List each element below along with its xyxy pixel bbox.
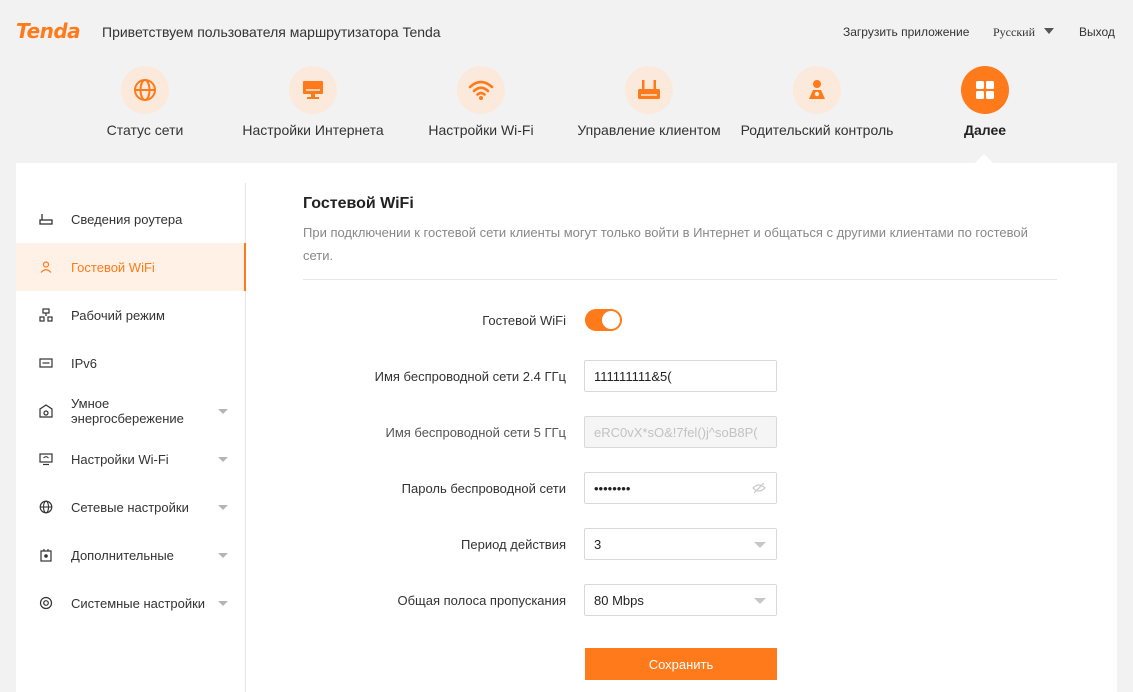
sidebar-item-network-settings[interactable]: Сетевые настройки	[16, 483, 246, 531]
sidebar-item-advanced[interactable]: Дополнительные	[16, 531, 246, 579]
nav-label: Настройки Интернета	[242, 122, 384, 138]
chevron-down-icon[interactable]	[218, 552, 228, 558]
chevron-down-icon	[754, 542, 766, 548]
chevron-down-icon[interactable]	[218, 456, 228, 462]
sidebar: Сведения роутера Гостевой WiFi Рабочий р…	[16, 183, 246, 692]
ssid-5-input: eRC0vX*sO&!7fel()j^soB8P(	[584, 416, 777, 448]
sidebar-item-guest-wifi[interactable]: Гостевой WiFi	[16, 243, 246, 291]
sidebar-item-label: Гостевой WiFi	[71, 259, 155, 275]
guest-wifi-label: Гостевой WiFi	[482, 313, 566, 328]
ssid-24-label: Имя беспроводной сети 2.4 ГГц	[374, 369, 566, 384]
wifi-settings-icon	[38, 451, 54, 467]
nav-item-network-status[interactable]: Статус сети	[65, 66, 225, 138]
globe-icon	[121, 66, 169, 114]
sidebar-item-ipv6[interactable]: IPv6	[16, 339, 246, 387]
network-icon	[38, 499, 54, 515]
sidebar-item-router-info[interactable]: Сведения роутера	[16, 195, 246, 243]
nav-label: Родительский контроль	[740, 122, 894, 138]
advanced-icon	[38, 547, 54, 563]
sidebar-item-label: IPv6	[71, 355, 98, 371]
period-value: 3	[594, 536, 602, 552]
sidebar-item-label: Умное энергосбережение	[71, 396, 184, 426]
logout-link[interactable]: Выход	[1079, 25, 1115, 39]
nav-item-wifi-settings[interactable]: Настройки Wi-Fi	[401, 66, 561, 138]
energy-icon	[38, 403, 54, 419]
bandwidth-value: 80 Mbps	[594, 592, 644, 608]
content-panel: Сведения роутера Гостевой WiFi Рабочий р…	[16, 163, 1117, 692]
nav-label: Управление клиентом	[577, 122, 721, 138]
save-button[interactable]: Сохранить	[585, 648, 777, 680]
sidebar-item-system-settings[interactable]: Системные настройки	[16, 579, 246, 627]
chevron-down-icon[interactable]	[1044, 28, 1054, 34]
sidebar-item-label: Сведения роутера	[71, 211, 183, 227]
download-app-link[interactable]: Загрузить приложение	[843, 25, 969, 39]
wifi-icon	[457, 66, 505, 114]
password-value: ••••••••	[594, 480, 631, 496]
system-icon	[38, 595, 54, 611]
sidebar-item-label: Дополнительные	[71, 547, 174, 563]
sidebar-item-energy-saving[interactable]: Умное энергосбережение	[16, 387, 246, 435]
chevron-down-icon	[754, 598, 766, 604]
sidebar-item-work-mode[interactable]: Рабочий режим	[16, 291, 246, 339]
ipv6-icon	[38, 355, 54, 371]
page-title: Гостевой WiFi	[303, 195, 414, 212]
welcome-text: Приветствуем пользователя маршрутизатора…	[102, 24, 441, 40]
router-icon	[625, 66, 673, 114]
language-select[interactable]: Русский	[993, 25, 1035, 40]
router-info-icon	[38, 211, 54, 227]
mode-icon	[38, 307, 54, 323]
parent-icon	[793, 66, 841, 114]
toggle-knob	[602, 311, 620, 329]
bandwidth-label: Общая полоса пропускания	[397, 593, 567, 608]
nav-item-internet-settings[interactable]: Настройки Интернета	[233, 66, 393, 138]
chevron-down-icon[interactable]	[218, 408, 228, 414]
nav-label: Настройки Wi-Fi	[428, 122, 534, 138]
period-label: Период действия	[461, 537, 566, 552]
section-description: При подключении к гостевой сети клиенты …	[303, 225, 1028, 263]
monitor-icon	[289, 66, 337, 114]
top-bar: Tenda Приветствуем пользователя маршрути…	[0, 0, 1133, 62]
ssid-24-input[interactable]: 111111111&5(	[584, 360, 777, 392]
eye-hidden-icon[interactable]	[752, 482, 766, 497]
nav-label: Далее	[963, 122, 1007, 138]
divider	[303, 279, 1057, 280]
guest-icon	[38, 259, 54, 275]
sidebar-item-label: Сетевые настройки	[71, 499, 189, 515]
password-input[interactable]: ••••••••	[584, 472, 777, 504]
password-label: Пароль беспроводной сети	[401, 481, 566, 496]
sidebar-item-wifi-settings[interactable]: Настройки Wi-Fi	[16, 435, 246, 483]
guest-wifi-toggle[interactable]	[585, 309, 622, 331]
chevron-down-icon[interactable]	[218, 504, 228, 510]
grid-icon	[961, 66, 1009, 114]
nav-item-client-management[interactable]: Управление клиентом	[569, 66, 729, 138]
sidebar-item-label: Рабочий режим	[71, 307, 165, 323]
bandwidth-select[interactable]: 80 Mbps	[584, 584, 777, 616]
sidebar-item-label: Системные настройки	[71, 595, 206, 611]
nav-item-parental-control[interactable]: Родительский контроль	[737, 66, 897, 138]
tenda-logo[interactable]: Tenda	[16, 19, 81, 43]
chevron-down-icon[interactable]	[218, 600, 228, 606]
nav-item-more[interactable]: Далее	[905, 66, 1065, 138]
nav-label: Статус сети	[106, 122, 184, 138]
ssid-5-label: Имя беспроводной сети 5 ГГц	[385, 425, 566, 440]
sidebar-item-label: Настройки Wi-Fi	[71, 451, 169, 467]
period-select[interactable]: 3	[584, 528, 777, 560]
